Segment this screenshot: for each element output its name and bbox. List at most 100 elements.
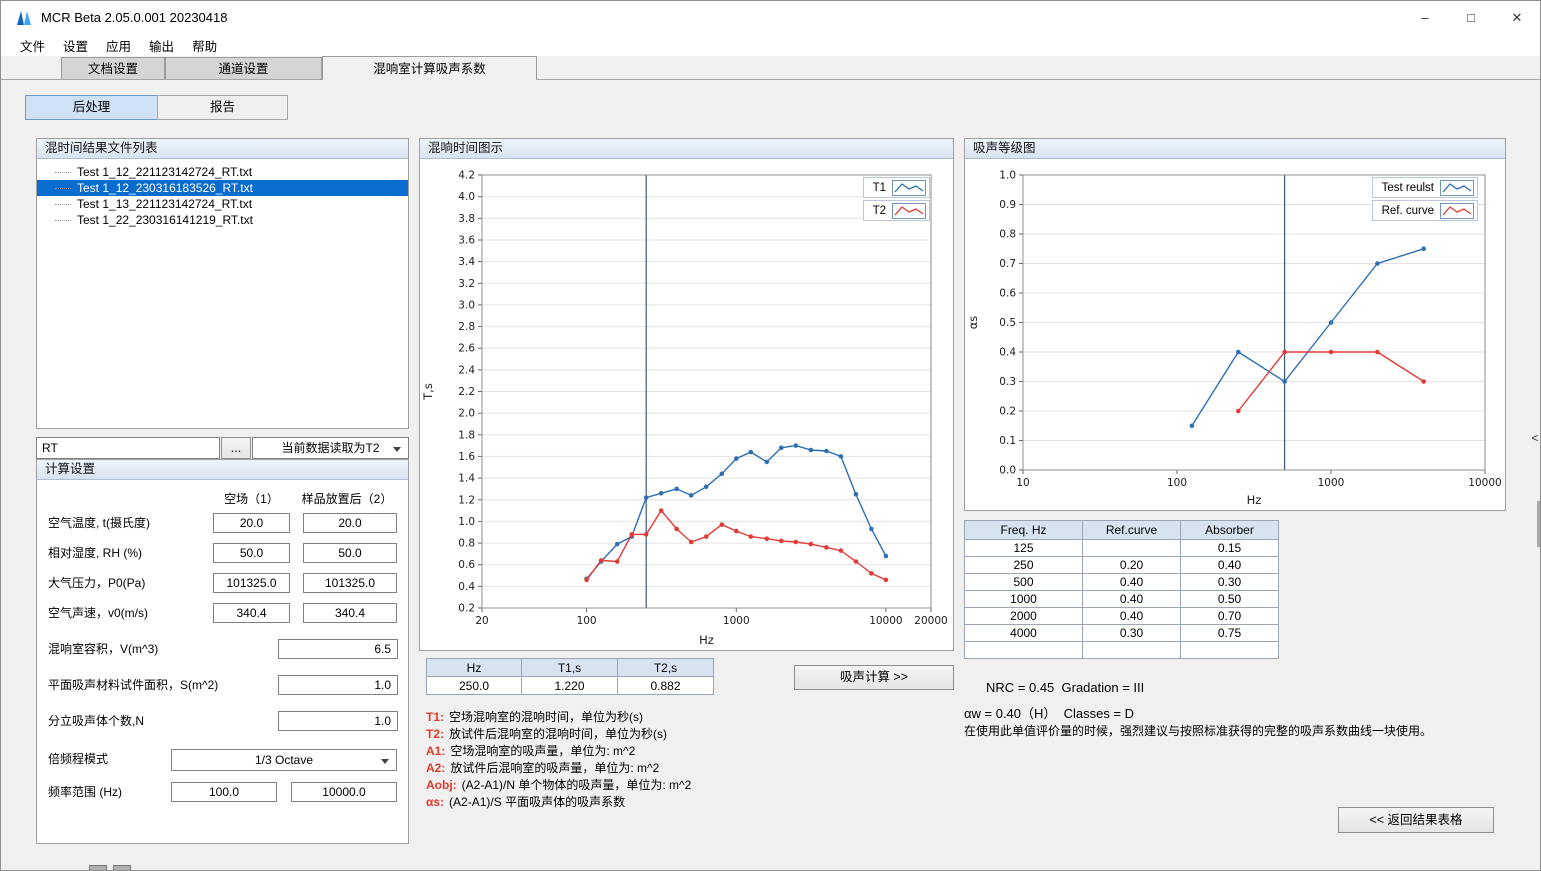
- pressure-field-2[interactable]: [303, 573, 397, 593]
- col-header-absorber: Absorber: [1181, 521, 1279, 540]
- read-mode-select[interactable]: 当前数据读取为T2: [252, 437, 409, 459]
- legend-item-ref-curve: Ref. curve: [1372, 200, 1478, 221]
- svg-text:0.5: 0.5: [999, 317, 1016, 329]
- tab-reverb-absorption[interactable]: 混响室计算吸声系数: [322, 56, 537, 80]
- file-item-selected[interactable]: Test 1_12_230316183526_RT.txt: [37, 180, 408, 196]
- file-item[interactable]: Test 1_22_230316141219_RT.txt: [37, 212, 408, 228]
- menu-help[interactable]: 帮助: [183, 34, 226, 57]
- file-item[interactable]: Test 1_13_221123142724_RT.txt: [37, 196, 408, 212]
- rating-chart-title: 吸声等级图: [965, 139, 1505, 159]
- subtab-report[interactable]: 报告: [157, 95, 288, 120]
- humidity-field-1[interactable]: [213, 543, 290, 563]
- bottom-clipped-icon: [113, 865, 131, 871]
- freq-max-field[interactable]: [291, 782, 397, 802]
- collapse-panel-arrow[interactable]: <: [1528, 426, 1541, 450]
- app-icon: [15, 9, 33, 27]
- room-volume-field[interactable]: [278, 639, 398, 659]
- cell: 1000: [965, 591, 1083, 608]
- sound-speed-field-2[interactable]: [303, 603, 397, 623]
- cell: 0.70: [1181, 608, 1279, 625]
- menu-output[interactable]: 输出: [140, 34, 183, 57]
- col-header-with-sample: 样品放置后（2）: [297, 489, 397, 509]
- svg-text:1.0: 1.0: [999, 170, 1016, 182]
- calc-settings-title: 计算设置: [37, 460, 408, 480]
- menu-file[interactable]: 文件: [11, 34, 54, 57]
- pressure-field-1[interactable]: [213, 573, 290, 593]
- svg-text:0.6: 0.6: [999, 288, 1016, 300]
- svg-text:0.0: 0.0: [999, 465, 1016, 477]
- svg-text:20000: 20000: [914, 615, 947, 627]
- note-prefix: Aobj:: [426, 778, 457, 792]
- svg-text:10000: 10000: [869, 615, 902, 627]
- note-aobj: Aobj:(A2-A1)/N 单个物体的吸声量，单位为: m^2: [426, 777, 691, 793]
- rt-name-input[interactable]: [36, 437, 220, 459]
- svg-text:0.4: 0.4: [999, 347, 1016, 359]
- rt-chart-panel: 混响时间图示 0.20.40.60.81.01.21.41.61.82.02.2…: [419, 138, 954, 651]
- browse-button[interactable]: ...: [221, 437, 251, 459]
- file-list-title: 混时间结果文件列表: [37, 139, 408, 159]
- table-row: 2500.200.40: [965, 557, 1279, 574]
- back-to-results-button[interactable]: << 返回结果表格: [1338, 807, 1494, 833]
- note-alphas: αs:(A2-A1)/S 平面吸声体的吸声系数: [426, 794, 625, 810]
- room-volume-label: 混响室容积，V(m^3): [48, 639, 158, 659]
- tab-document-settings[interactable]: 文档设置: [61, 57, 165, 79]
- air-temp-field-2[interactable]: [303, 513, 397, 533]
- svg-text:1.8: 1.8: [458, 429, 475, 441]
- legend-label: T1: [873, 182, 886, 194]
- svg-text:4.0: 4.0: [458, 191, 475, 203]
- cell: 0.40: [1181, 557, 1279, 574]
- legend-item-test-result: Test reulst: [1372, 177, 1478, 198]
- minimize-button[interactable]: –: [1402, 1, 1448, 34]
- absorber-count-field[interactable]: [278, 711, 398, 731]
- cell: [1083, 642, 1181, 659]
- note-prefix: A2:: [426, 761, 445, 775]
- line-series-icon: [892, 203, 926, 219]
- subtab-postprocess[interactable]: 后处理: [25, 95, 158, 120]
- menu-settings[interactable]: 设置: [54, 34, 97, 57]
- menu-apply[interactable]: 应用: [97, 34, 140, 57]
- app-window: MCR Beta 2.05.0.001 20230418 – □ ✕ 文件 设置…: [0, 0, 1541, 871]
- svg-text:2.2: 2.2: [458, 386, 475, 398]
- sample-area-field[interactable]: [278, 675, 398, 695]
- cell: 0.40: [1083, 591, 1181, 608]
- svg-text:3.4: 3.4: [458, 256, 475, 268]
- table-row: 40000.300.75: [965, 625, 1279, 642]
- absorption-calc-button[interactable]: 吸声计算 >>: [794, 665, 954, 690]
- tab-channel-settings[interactable]: 通道设置: [165, 57, 322, 79]
- cell: 125: [965, 540, 1083, 557]
- note-t1: T1:空场混响室的混响时间，单位为秒(s): [426, 709, 643, 725]
- cell: 0.40: [1083, 574, 1181, 591]
- col-header-refcurve: Ref.curve: [1083, 521, 1181, 540]
- window-title: MCR Beta 2.05.0.001 20230418: [41, 10, 227, 25]
- svg-text:2.0: 2.0: [458, 408, 475, 420]
- nrc-text: NRC = 0.45 Gradation = III: [986, 680, 1144, 695]
- octave-mode-select[interactable]: 1/3 Octave: [171, 749, 397, 771]
- table-header-row: Freq. Hz Ref.curve Absorber: [965, 521, 1279, 540]
- freq-range-label: 频率范围 (Hz): [48, 782, 122, 802]
- maximize-button[interactable]: □: [1448, 1, 1494, 34]
- splitter-handle[interactable]: [1537, 501, 1540, 547]
- svg-text:3.2: 3.2: [458, 278, 475, 290]
- cell: [1083, 540, 1181, 557]
- table-row: 250.0 1.220 0.882: [427, 677, 714, 695]
- sound-speed-field-1[interactable]: [213, 603, 290, 623]
- svg-text:2.4: 2.4: [458, 364, 475, 376]
- freq-min-field[interactable]: [171, 782, 277, 802]
- note-prefix: αs:: [426, 795, 444, 809]
- rt-chart[interactable]: 0.20.40.60.81.01.21.41.61.82.02.22.42.62…: [420, 159, 953, 650]
- col-header-empty-room: 空场（1）: [213, 489, 290, 509]
- table-row: 1250.15: [965, 540, 1279, 557]
- note-text: 放试件后混响室的混响时间，单位为秒(s): [449, 727, 667, 741]
- file-item[interactable]: Test 1_12_221123142724_RT.txt: [37, 164, 408, 180]
- svg-text:3.6: 3.6: [458, 235, 475, 247]
- legend-item-t1: T1: [863, 177, 930, 198]
- close-button[interactable]: ✕: [1494, 1, 1540, 34]
- humidity-field-2[interactable]: [303, 543, 397, 563]
- air-temp-field-1[interactable]: [213, 513, 290, 533]
- read-mode-value: 当前数据读取为T2: [281, 441, 379, 455]
- note-t2: T2:放试件后混响室的混响时间，单位为秒(s): [426, 726, 667, 742]
- rt-chart-title: 混响时间图示: [420, 139, 953, 159]
- svg-text:1.0: 1.0: [458, 516, 475, 528]
- note-a1: A1:空场混响室的吸声量，单位为: m^2: [426, 743, 635, 759]
- svg-text:0.2: 0.2: [458, 603, 475, 615]
